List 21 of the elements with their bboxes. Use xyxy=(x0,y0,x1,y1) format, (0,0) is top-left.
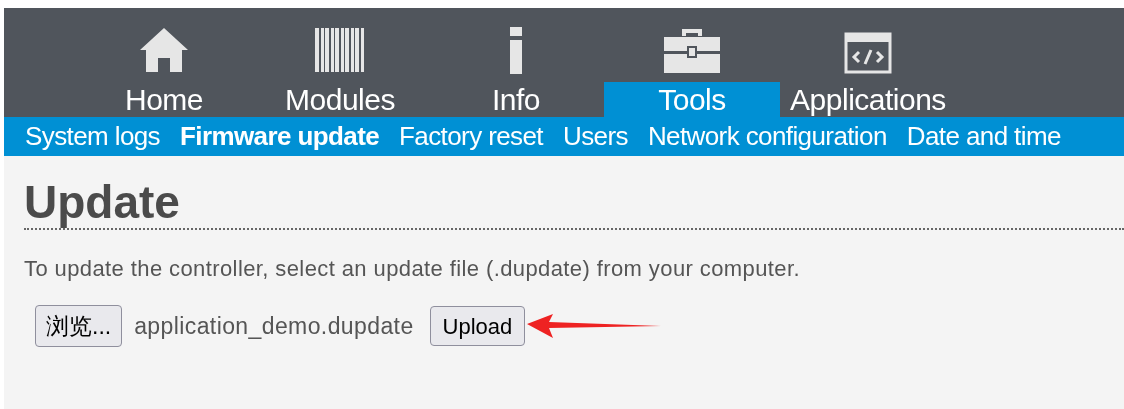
code-window-icon xyxy=(844,30,892,74)
page-heading: Update xyxy=(24,178,181,226)
subnav-link[interactable]: Factory reset xyxy=(399,117,543,156)
browse-button[interactable]: 浏览... xyxy=(35,305,123,347)
subnav-link[interactable]: Network configuration xyxy=(647,117,887,156)
subnav-link[interactable]: Users xyxy=(563,117,628,156)
subnav-link[interactable]: Firmware update xyxy=(180,117,380,156)
nav-tab[interactable]: Applications xyxy=(780,82,956,117)
upload-button[interactable]: Upload xyxy=(429,306,526,346)
home-icon xyxy=(138,26,190,74)
nav-tab[interactable]: Tools xyxy=(604,82,780,117)
info-icon xyxy=(507,26,525,74)
nav-tab[interactable]: Modules xyxy=(252,82,428,117)
subnav-link[interactable]: System logs xyxy=(25,117,160,156)
toolbox-icon xyxy=(662,26,722,74)
nav-tab[interactable]: Home xyxy=(76,82,252,117)
instruction-text: To update the controller, select an update file (.dupdate) from your computer. xyxy=(24,255,801,283)
barcode-icon xyxy=(314,26,366,74)
subnav-link[interactable]: Date and time xyxy=(906,117,1061,156)
selected-file-name: application_demo.dupdate xyxy=(134,311,414,341)
nav-tab[interactable]: Info xyxy=(428,82,604,117)
